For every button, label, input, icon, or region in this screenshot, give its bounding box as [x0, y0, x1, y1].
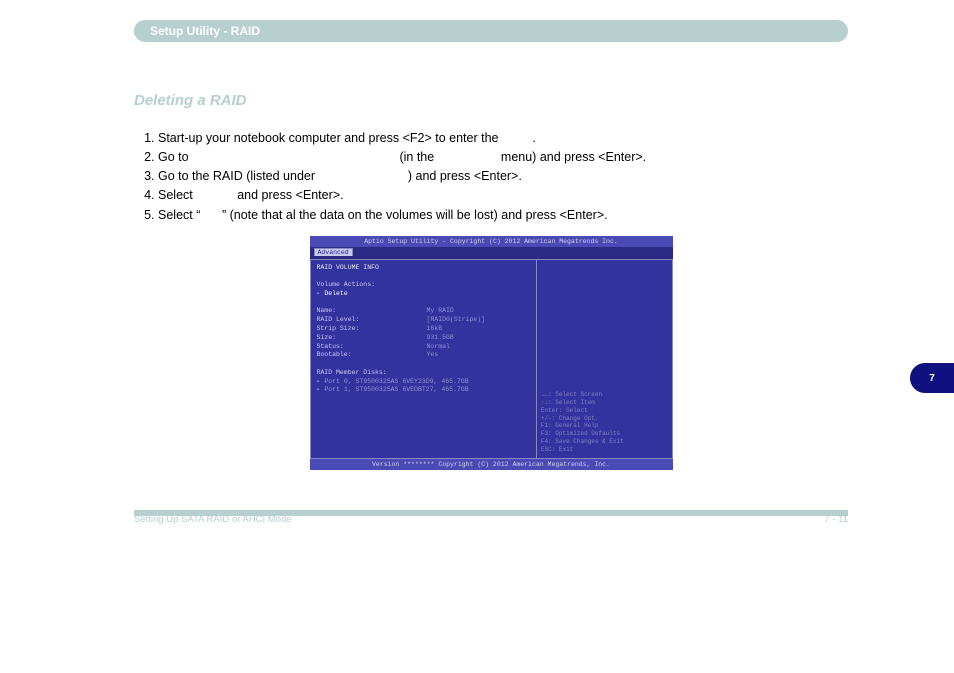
- step-text: ” (note that al the data on the volumes …: [222, 208, 608, 222]
- step-text: (in the: [396, 150, 438, 164]
- bios-bottom-bar: Version ******** Copyright (C) 2012 Amer…: [310, 459, 673, 470]
- footer-right: 7 - 11: [824, 514, 848, 525]
- step-text: Select: [158, 188, 196, 202]
- help-line: →←: Select Screen: [541, 391, 624, 399]
- name-label: Name:: [317, 307, 427, 316]
- boot-value: Yes: [427, 351, 439, 358]
- step-5: Select “Yes” (note that al the data on t…: [158, 206, 848, 224]
- step-text: .: [533, 131, 536, 145]
- bios-actions-label: Volume Actions:: [317, 281, 530, 290]
- bios-heading: RAID VOLUME INFO: [317, 264, 530, 273]
- step-text: Start-up your notebook computer and pres…: [158, 131, 502, 145]
- help-line: Enter: Select: [541, 407, 624, 415]
- bios-delete-action: ▸ Delete: [317, 290, 530, 299]
- header-bar: Setup Utility - RAID: [134, 20, 848, 42]
- status-value: Normal: [427, 343, 450, 350]
- steps-list: Start-up your notebook computer and pres…: [134, 129, 848, 224]
- disk-text: Port 1, ST9500325AS 6VEDBT27, 465.7GB: [324, 386, 468, 393]
- footer-left: Setting Up SATA RAID or AHCI Mode: [134, 514, 292, 525]
- help-line: F3: Optimized Defaults: [541, 430, 624, 438]
- bios-help-keys: →←: Select Screen ↑↓: Select Item Enter:…: [541, 391, 624, 453]
- bios-screenshot: Aptio Setup Utility - Copyright (C) 2012…: [310, 236, 673, 470]
- step-bold: Delete: [196, 188, 234, 202]
- step-bold: Advanced: [438, 150, 498, 164]
- level-label: RAID Level:: [317, 316, 427, 325]
- page-footer: Setting Up SATA RAID or AHCI Mode 7 - 11: [134, 510, 848, 516]
- step-text: ) and press <Enter>.: [408, 169, 522, 183]
- step-text: Go to the RAID (listed under: [158, 169, 319, 183]
- name-value: My RAID: [427, 307, 454, 314]
- disk-text: Port 0, ST9500325AS 6VEY23D9, 465.7GB: [324, 378, 468, 385]
- side-page-badge: 7: [910, 363, 954, 393]
- step-3: Go to the RAID (listed under RAID Volume…: [158, 167, 848, 185]
- bios-tab-advanced: Advanced: [314, 248, 353, 256]
- step-text: and press <Enter>.: [234, 188, 344, 202]
- help-line: +/-: Change Opt.: [541, 415, 624, 423]
- step-text: menu) and press <Enter>.: [497, 150, 646, 164]
- bios-tab-row: Advanced: [310, 247, 673, 259]
- step-bold: Yes: [200, 208, 222, 222]
- bios-title-bar: Aptio Setup Utility - Copyright (C) 2012…: [310, 236, 673, 247]
- step-4: Select Delete and press <Enter>.: [158, 186, 848, 204]
- bios-left-panel: RAID VOLUME INFO Volume Actions: ▸ Delet…: [311, 260, 537, 458]
- step-text: Go to: [158, 150, 192, 164]
- disks-label: RAID Member Disks:: [317, 369, 530, 378]
- step-bold: BIOS: [502, 131, 533, 145]
- help-line: ↑↓: Select Item: [541, 399, 624, 407]
- help-line: F1: General Help: [541, 422, 624, 430]
- step-bold: Intel(R) Rapid Storage Technology: [192, 150, 396, 164]
- step-text: Select “: [158, 208, 200, 222]
- strip-value: 16kB: [427, 325, 443, 332]
- boot-label: Bootable:: [317, 351, 427, 360]
- header-title: Setup Utility - RAID: [150, 24, 260, 38]
- bios-right-panel: →←: Select Screen ↑↓: Select Item Enter:…: [537, 260, 672, 458]
- strip-label: Strip Size:: [317, 325, 427, 334]
- size-label: Size:: [317, 334, 427, 343]
- status-label: Status:: [317, 343, 427, 352]
- size-value: 931.5GB: [427, 334, 454, 341]
- help-line: F4: Save Changes & Exit: [541, 438, 624, 446]
- disk-1: ▸ Port 1, ST9500325AS 6VEDBT27, 465.7GB: [317, 386, 530, 395]
- level-value: [RAID0(Stripe)]: [427, 316, 486, 323]
- delete-label: Delete: [324, 290, 347, 297]
- disk-0: ▸ Port 0, ST9500325AS 6VEY23D9, 465.7GB: [317, 378, 530, 387]
- section-title: Deleting a RAID: [134, 92, 848, 109]
- step-1: Start-up your notebook computer and pres…: [158, 129, 848, 147]
- step-2: Go to Intel(R) Rapid Storage Technology …: [158, 148, 848, 166]
- help-line: ESC: Exit: [541, 446, 624, 454]
- step-bold: RAID Volumes:: [319, 169, 408, 183]
